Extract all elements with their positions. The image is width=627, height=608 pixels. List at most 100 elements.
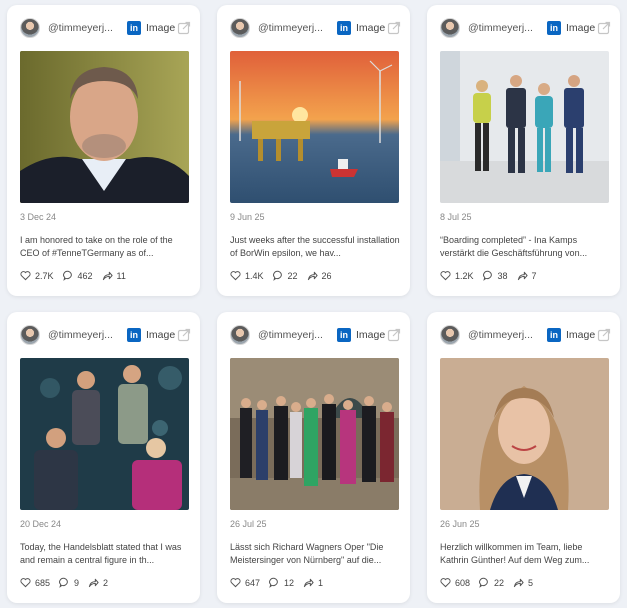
linkedin-icon: in xyxy=(547,328,561,342)
external-link-icon[interactable] xyxy=(177,21,191,35)
post-date: 26 Jul 25 xyxy=(230,519,267,529)
comment-icon xyxy=(59,577,68,588)
engagement-stats: 1.2K 38 7 xyxy=(440,270,546,281)
post-image[interactable] xyxy=(230,51,399,203)
comment-icon xyxy=(482,270,492,281)
post-caption[interactable]: “Boarding completed” - Ina Kamps verstär… xyxy=(440,234,610,260)
likes-stat: 1.2K xyxy=(440,270,474,281)
avatar[interactable] xyxy=(230,18,250,38)
shares-count: 1 xyxy=(318,577,324,588)
external-link-icon[interactable] xyxy=(387,21,401,35)
comments-stat: 22 xyxy=(272,270,298,281)
external-link-icon[interactable] xyxy=(387,328,401,342)
avatar[interactable] xyxy=(20,325,40,345)
shares-stat: 7 xyxy=(517,270,537,281)
likes-stat: 647 xyxy=(230,577,260,588)
post-image[interactable] xyxy=(230,358,399,510)
post-date: 8 Jul 25 xyxy=(440,212,472,222)
post-date: 9 Jun 25 xyxy=(230,212,265,222)
avatar[interactable] xyxy=(20,18,40,38)
post-card[interactable]: @timmeyerj... in Image 9 Jun 25 Just wee… xyxy=(217,5,410,296)
linkedin-icon: in xyxy=(127,21,141,35)
engagement-stats: 647 12 1 xyxy=(230,577,332,588)
shares-stat: 26 xyxy=(307,270,332,281)
external-link-icon[interactable] xyxy=(177,328,191,342)
post-card[interactable]: @timmeyerj... in Image 20 Dec 24 Today, … xyxy=(7,312,200,603)
shares-stat: 5 xyxy=(513,577,533,588)
post-card[interactable]: @timmeyerj... in Image xyxy=(427,5,620,296)
heart-icon xyxy=(20,578,31,588)
comments-count: 12 xyxy=(284,577,295,588)
comments-count: 38 xyxy=(497,270,508,281)
post-image[interactable] xyxy=(20,51,189,203)
comment-icon xyxy=(269,577,278,588)
share-icon xyxy=(307,271,318,281)
post-date: 20 Dec 24 xyxy=(20,519,62,529)
post-caption[interactable]: Today, the Handelsblatt stated that I wa… xyxy=(20,541,190,567)
likes-count: 647 xyxy=(245,577,261,588)
engagement-stats: 2.7K 462 11 xyxy=(20,270,135,281)
post-date: 3 Dec 24 xyxy=(20,212,57,222)
post-caption[interactable]: Herzlich willkommen im Team, liebe Kathr… xyxy=(440,541,610,567)
shares-count: 11 xyxy=(116,270,126,281)
post-date: 26 Jun 25 xyxy=(440,519,480,529)
avatar[interactable] xyxy=(230,325,250,345)
card-header: @timmeyerj... in Image xyxy=(20,324,191,346)
linkedin-icon: in xyxy=(547,21,561,35)
author-handle[interactable]: @timmeyerj... xyxy=(258,22,335,34)
post-type-label: Image xyxy=(146,329,176,341)
external-link-icon[interactable] xyxy=(597,328,611,342)
post-type-label: Image xyxy=(146,22,176,34)
post-type-label: Image xyxy=(356,22,386,34)
comments-stat: 22 xyxy=(479,577,504,588)
shares-count: 2 xyxy=(103,577,109,588)
engagement-stats: 685 9 2 xyxy=(20,577,117,588)
linkedin-icon: in xyxy=(337,328,351,342)
likes-stat: 685 xyxy=(20,577,50,588)
post-image[interactable] xyxy=(440,51,609,203)
post-caption[interactable]: Lässt sich Richard Wagners Oper "Die Mei… xyxy=(230,541,400,567)
post-type-label: Image xyxy=(566,329,596,341)
card-header: @timmeyerj... in Image xyxy=(440,17,611,39)
comments-count: 462 xyxy=(77,270,93,281)
share-icon xyxy=(88,578,99,588)
avatar[interactable] xyxy=(440,18,460,38)
post-image[interactable] xyxy=(20,358,189,510)
engagement-stats: 608 22 5 xyxy=(440,577,542,588)
post-type-label: Image xyxy=(566,22,596,34)
post-card[interactable]: @timmeyerj... in Image 26 Jun 25 Herzlic… xyxy=(427,312,620,603)
likes-count: 608 xyxy=(455,577,471,588)
likes-stat: 2.7K xyxy=(20,270,54,281)
share-icon xyxy=(303,578,314,588)
comments-stat: 38 xyxy=(482,270,508,281)
avatar[interactable] xyxy=(440,325,460,345)
author-handle[interactable]: @timmeyerj... xyxy=(48,22,125,34)
external-link-icon[interactable] xyxy=(597,21,611,35)
post-card[interactable]: @timmeyerj... in Image xyxy=(217,312,410,603)
share-icon xyxy=(513,578,524,588)
post-image[interactable] xyxy=(440,358,609,510)
shares-count: 26 xyxy=(321,270,332,281)
heart-icon xyxy=(440,271,451,281)
author-handle[interactable]: @timmeyerj... xyxy=(258,329,335,341)
linkedin-icon: in xyxy=(127,328,141,342)
post-caption[interactable]: I am honored to take on the role of the … xyxy=(20,234,190,260)
comments-stat: 12 xyxy=(269,577,294,588)
author-handle[interactable]: @timmeyerj... xyxy=(468,329,545,341)
author-handle[interactable]: @timmeyerj... xyxy=(468,22,545,34)
heart-icon xyxy=(20,271,31,281)
author-handle[interactable]: @timmeyerj... xyxy=(48,329,125,341)
shares-stat: 2 xyxy=(88,577,108,588)
card-header: @timmeyerj... in Image xyxy=(230,324,401,346)
shares-stat: 11 xyxy=(102,270,126,281)
comments-count: 9 xyxy=(74,577,80,588)
likes-count: 685 xyxy=(35,577,51,588)
post-grid: @timmeyerj... in Image 3 Dec 24 I am hon… xyxy=(7,5,620,603)
share-icon xyxy=(102,271,113,281)
post-type-label: Image xyxy=(356,329,386,341)
post-card[interactable]: @timmeyerj... in Image 3 Dec 24 I am hon… xyxy=(7,5,200,296)
post-caption[interactable]: Just weeks after the successful installa… xyxy=(230,234,400,260)
likes-stat: 608 xyxy=(440,577,470,588)
comment-icon xyxy=(479,577,488,588)
card-header: @timmeyerj... in Image xyxy=(20,17,191,39)
